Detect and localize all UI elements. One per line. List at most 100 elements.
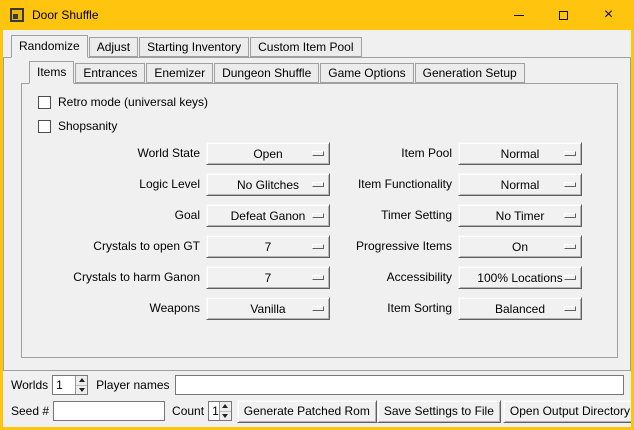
tab-dungeon-shuffle[interactable]: Dungeon Shuffle <box>214 63 319 83</box>
checkbox-icon[interactable] <box>38 120 51 133</box>
maximize-button[interactable] <box>541 0 586 30</box>
tab-custom-item-pool[interactable]: Custom Item Pool <box>250 37 361 57</box>
settings-tab-bar: Items Entrances Enemizer Dungeon Shuffle… <box>21 60 618 83</box>
shopsanity-checkbox[interactable]: Shopsanity <box>38 118 609 134</box>
progressive-items-value: On <box>512 240 528 254</box>
randomize-pane: Items Entrances Enemizer Dungeon Shuffle… <box>3 57 631 371</box>
close-icon: × <box>604 10 613 20</box>
progressive-items-label: Progressive Items <box>336 235 452 258</box>
item-functionality-dropdown[interactable]: Normal <box>458 173 582 196</box>
seed-label: Seed # <box>11 404 49 418</box>
count-up-button[interactable] <box>220 402 231 411</box>
worlds-value[interactable]: 1 <box>53 376 75 394</box>
crystals-open-gt-dropdown[interactable]: 7 <box>206 235 330 258</box>
accessibility-value: 100% Locations <box>477 271 562 285</box>
seed-input[interactable] <box>53 401 165 421</box>
title-bar[interactable]: Door Shuffle × <box>3 0 631 30</box>
seed-row: Seed # Count 1 Generate Patched Rom Save… <box>11 399 624 423</box>
goal-value: Defeat Ganon <box>231 209 306 223</box>
app-window: Door Shuffle × Randomize Adjust Starting… <box>0 0 634 430</box>
save-settings-button[interactable]: Save Settings to File <box>377 400 501 423</box>
close-button[interactable]: × <box>586 0 631 30</box>
dropdown-indicator-icon <box>312 306 324 311</box>
dropdown-indicator-icon <box>564 275 576 280</box>
spinner-buttons <box>219 402 231 420</box>
count-label: Count <box>172 404 204 418</box>
dropdown-indicator-icon <box>312 213 324 218</box>
minimize-icon <box>514 15 524 16</box>
logic-level-dropdown[interactable]: No Glitches <box>206 173 330 196</box>
player-names-input[interactable] <box>175 375 625 395</box>
down-arrow-icon <box>79 388 85 392</box>
count-down-button[interactable] <box>220 411 231 421</box>
dropdown-indicator-icon <box>564 213 576 218</box>
worlds-down-button[interactable] <box>76 385 87 395</box>
retro-mode-label[interactable]: Retro mode (universal keys) <box>58 95 208 109</box>
logic-level-label: Logic Level <box>32 173 200 196</box>
retro-mode-checkbox[interactable]: Retro mode (universal keys) <box>38 94 609 110</box>
dropdown-indicator-icon <box>312 182 324 187</box>
progressive-items-dropdown[interactable]: On <box>458 235 582 258</box>
tab-randomize[interactable]: Randomize <box>11 35 88 58</box>
tab-generation-setup[interactable]: Generation Setup <box>415 63 525 83</box>
tab-items[interactable]: Items <box>29 61 74 84</box>
item-sorting-label: Item Sorting <box>336 297 452 320</box>
minimize-button[interactable] <box>496 0 541 30</box>
worlds-spinbox[interactable]: 1 <box>52 375 88 395</box>
count-spinbox[interactable]: 1 <box>208 401 232 421</box>
generate-patched-rom-button[interactable]: Generate Patched Rom <box>237 400 377 423</box>
dropdown-indicator-icon <box>312 151 324 156</box>
window-title: Door Shuffle <box>32 8 99 22</box>
worlds-up-button[interactable] <box>76 376 87 385</box>
timer-setting-label: Timer Setting <box>336 204 452 227</box>
checkbox-icon[interactable] <box>38 96 51 109</box>
dropdown-indicator-icon <box>312 244 324 249</box>
item-functionality-value: Normal <box>501 178 540 192</box>
goal-dropdown[interactable]: Defeat Ganon <box>206 204 330 227</box>
item-sorting-dropdown[interactable]: Balanced <box>458 297 582 320</box>
tab-game-options[interactable]: Game Options <box>320 63 413 83</box>
item-pool-value: Normal <box>501 147 540 161</box>
worlds-label: Worlds <box>11 378 48 392</box>
main-tab-bar: Randomize Adjust Starting Inventory Cust… <box>3 34 631 57</box>
dropdown-indicator-icon <box>564 151 576 156</box>
crystals-harm-ganon-label: Crystals to harm Ganon <box>32 266 200 289</box>
world-state-value: Open <box>253 147 282 161</box>
weapons-label: Weapons <box>32 297 200 320</box>
crystals-harm-ganon-dropdown[interactable]: 7 <box>206 266 330 289</box>
accessibility-dropdown[interactable]: 100% Locations <box>458 266 582 289</box>
tab-adjust[interactable]: Adjust <box>89 37 138 57</box>
worlds-row: Worlds 1 Player names <box>11 373 624 397</box>
count-value[interactable]: 1 <box>209 402 219 420</box>
bottom-controls: Worlds 1 Player names Seed # Count 1 <box>3 371 631 427</box>
shopsanity-label[interactable]: Shopsanity <box>58 119 117 133</box>
timer-setting-dropdown[interactable]: No Timer <box>458 204 582 227</box>
item-functionality-label: Item Functionality <box>336 173 452 196</box>
accessibility-label: Accessibility <box>336 266 452 289</box>
world-state-dropdown[interactable]: Open <box>206 142 330 165</box>
down-arrow-icon <box>222 414 228 418</box>
spinner-buttons <box>75 376 87 394</box>
item-pool-dropdown[interactable]: Normal <box>458 142 582 165</box>
crystals-harm-ganon-value: 7 <box>265 271 272 285</box>
crystals-open-gt-value: 7 <box>265 240 272 254</box>
tab-starting-inventory[interactable]: Starting Inventory <box>139 37 249 57</box>
item-pool-label: Item Pool <box>336 142 452 165</box>
weapons-value: Vanilla <box>250 302 285 316</box>
tab-enemizer[interactable]: Enemizer <box>146 63 213 83</box>
item-sorting-value: Balanced <box>495 302 545 316</box>
world-state-label: World State <box>32 142 200 165</box>
player-names-label: Player names <box>96 378 169 392</box>
options-grid: World State Open Item Pool Normal Logic … <box>32 142 609 320</box>
timer-setting-value: No Timer <box>496 209 545 223</box>
dropdown-indicator-icon <box>564 182 576 187</box>
goal-label: Goal <box>32 204 200 227</box>
weapons-dropdown[interactable]: Vanilla <box>206 297 330 320</box>
dropdown-indicator-icon <box>312 275 324 280</box>
dropdown-indicator-icon <box>564 244 576 249</box>
open-output-directory-button[interactable]: Open Output Directory <box>503 400 631 423</box>
caption-buttons: × <box>496 0 631 30</box>
tab-entrances[interactable]: Entrances <box>75 63 145 83</box>
up-arrow-icon <box>222 404 228 408</box>
logic-level-value: No Glitches <box>237 178 299 192</box>
